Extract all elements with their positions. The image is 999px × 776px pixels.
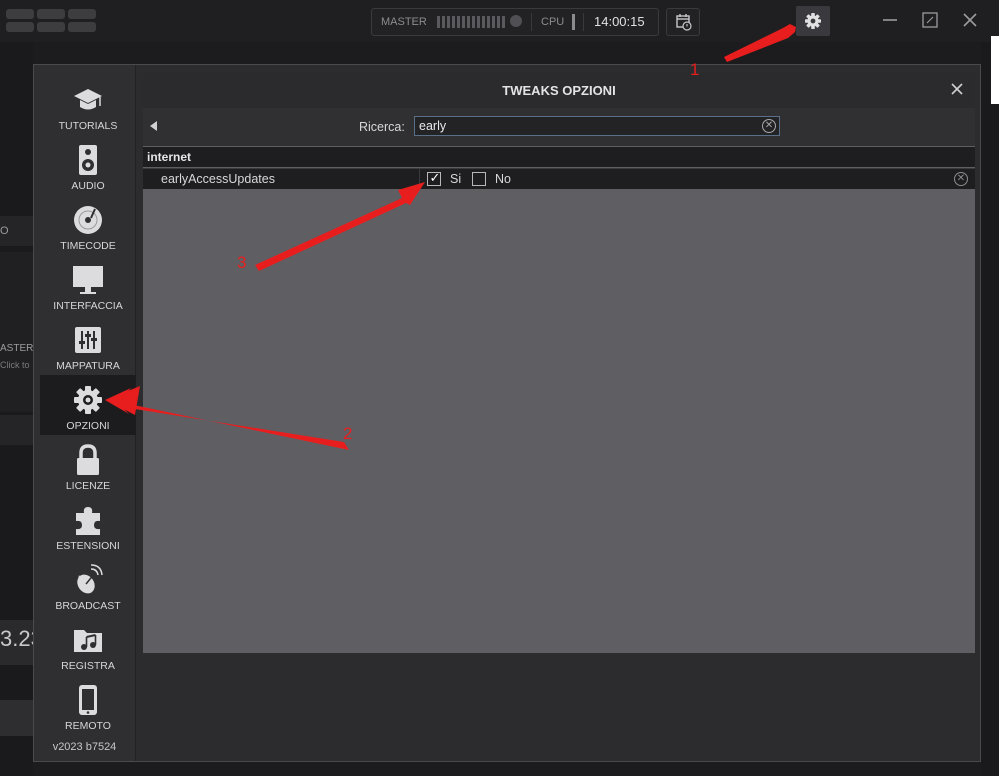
search-input[interactable]	[414, 116, 780, 136]
sidebar-item-registra[interactable]: REGISTRA	[40, 615, 136, 675]
section-header: internet	[143, 147, 975, 167]
sidebar-item-audio[interactable]: AUDIO	[40, 135, 136, 195]
sidebar-item-label: REMOTO	[65, 720, 111, 732]
background-text: O	[0, 225, 9, 237]
sidebar-item-licenze[interactable]: LICENZE	[40, 435, 136, 495]
dialog-title-bar: TWEAKS OPZIONI	[143, 73, 975, 108]
annotation-label: 2	[343, 424, 353, 443]
divider	[583, 13, 584, 31]
restore-icon	[922, 12, 938, 28]
sidebar-item-label: LICENZE	[65, 480, 111, 492]
restore-button[interactable]	[920, 10, 940, 30]
menu-pill[interactable]	[37, 9, 65, 19]
speaker-icon	[79, 145, 97, 175]
sliders-icon	[75, 327, 101, 353]
settings-button[interactable]	[796, 6, 830, 36]
reset-option-button[interactable]: ✕	[954, 172, 968, 186]
divider	[419, 169, 420, 189]
vinyl-icon	[74, 206, 102, 234]
sidebar-item-label: INTERFACCIA	[53, 300, 123, 312]
sidebar-item-label: MAPPATURA	[56, 360, 120, 372]
search-clear-button[interactable]: ✕	[762, 119, 776, 133]
background-white-strip	[991, 36, 999, 104]
clock: 14:00:15	[594, 14, 645, 29]
top-bar: MASTER CPU 14:00:15	[0, 0, 999, 42]
graduation-cap-icon	[74, 89, 102, 110]
sidebar-item-label: TUTORIALS	[58, 120, 118, 132]
version-label: v2023 b7524	[52, 741, 117, 753]
clear-icon: ✕	[764, 120, 774, 131]
phone-icon	[79, 685, 97, 715]
background-text: ASTER	[0, 343, 34, 354]
sidebar-item-opzioni[interactable]: OPZIONI	[40, 375, 136, 435]
master-level-meter	[437, 16, 505, 28]
satellite-dish-icon	[77, 564, 103, 594]
cpu-meter	[572, 14, 575, 30]
checkmark-icon: ✓	[429, 170, 441, 185]
sidebar-item-label: TIMECODE	[60, 240, 116, 252]
options-dialog: TUTORIALS AUDIO TIMECODE INTERFACCIA MAP…	[33, 64, 981, 762]
yes-checkbox[interactable]: ✓	[427, 170, 441, 186]
gear-icon	[74, 386, 102, 414]
menu-pill[interactable]	[68, 22, 96, 32]
divider	[531, 13, 532, 31]
options-content: TWEAKS OPZIONI Ricerca: ✕ internet early…	[143, 73, 975, 653]
sidebar-item-tutorials[interactable]: TUTORIALS	[40, 75, 136, 135]
yes-label: Si	[450, 172, 462, 186]
dialog-title: TWEAKS OPZIONI	[502, 83, 616, 98]
sidebar-item-timecode[interactable]: TIMECODE	[40, 195, 136, 255]
minimize-button[interactable]	[880, 10, 900, 30]
close-icon	[951, 83, 963, 95]
sidebar-item-label: REGISTRA	[61, 660, 115, 672]
dialog-close-button[interactable]	[947, 79, 967, 99]
master-meter-panel: MASTER CPU 14:00:15	[371, 8, 659, 36]
sidebar-item-label: OPZIONI	[66, 420, 110, 432]
menu-pill[interactable]	[37, 22, 65, 32]
sidebar-item-interfaccia[interactable]: INTERFACCIA	[40, 255, 136, 315]
background-text: Click to	[0, 360, 30, 370]
master-label: MASTER	[381, 16, 427, 28]
close-button[interactable]	[960, 10, 980, 30]
calendar-clock-icon	[676, 14, 692, 31]
back-arrow-icon	[150, 121, 157, 131]
annotation-label: 1	[690, 60, 700, 79]
sidebar-item-label: BROADCAST	[55, 600, 121, 612]
background-strip	[0, 415, 33, 445]
clear-icon: ✕	[956, 173, 966, 184]
menu-pill[interactable]	[6, 22, 34, 32]
option-name: earlyAccessUpdates	[161, 172, 275, 186]
menu-pill[interactable]	[6, 9, 34, 19]
search-row: Ricerca: ✕	[143, 108, 975, 146]
sidebar-item-label: AUDIO	[71, 180, 105, 192]
music-folder-icon	[74, 630, 102, 652]
lock-icon	[77, 444, 99, 475]
sidebar-item-estensioni[interactable]: ESTENSIONI	[40, 495, 136, 555]
master-volume-knob[interactable]	[510, 15, 522, 27]
search-label: Ricerca:	[359, 120, 405, 134]
sidebar-item-broadcast[interactable]: BROADCAST	[40, 555, 136, 615]
no-checkbox[interactable]	[472, 172, 486, 186]
background-strip	[0, 700, 33, 736]
sidebar-item-mappatura[interactable]: MAPPATURA	[40, 315, 136, 375]
option-row: earlyAccessUpdates ✓ Si No ✕	[143, 168, 975, 189]
monitor-icon	[73, 266, 103, 294]
background-strip	[0, 252, 33, 412]
section-label: internet	[147, 150, 192, 164]
minimize-icon	[883, 19, 897, 21]
background-panel	[981, 42, 999, 776]
sidebar-item-label: ESTENSIONI	[56, 540, 120, 552]
back-button[interactable]	[147, 119, 161, 133]
cpu-label: CPU	[541, 16, 565, 28]
close-icon	[963, 13, 977, 27]
settings-sidebar: TUTORIALS AUDIO TIMECODE INTERFACCIA MAP…	[34, 65, 136, 761]
no-label: No	[495, 172, 511, 186]
sidebar-item-remoto[interactable]: REMOTO	[40, 675, 136, 735]
annotation-label: 3	[237, 253, 247, 272]
menu-pill[interactable]	[68, 9, 96, 19]
calendar-button[interactable]	[666, 8, 700, 36]
puzzle-icon	[76, 507, 100, 535]
gear-icon	[805, 13, 821, 29]
